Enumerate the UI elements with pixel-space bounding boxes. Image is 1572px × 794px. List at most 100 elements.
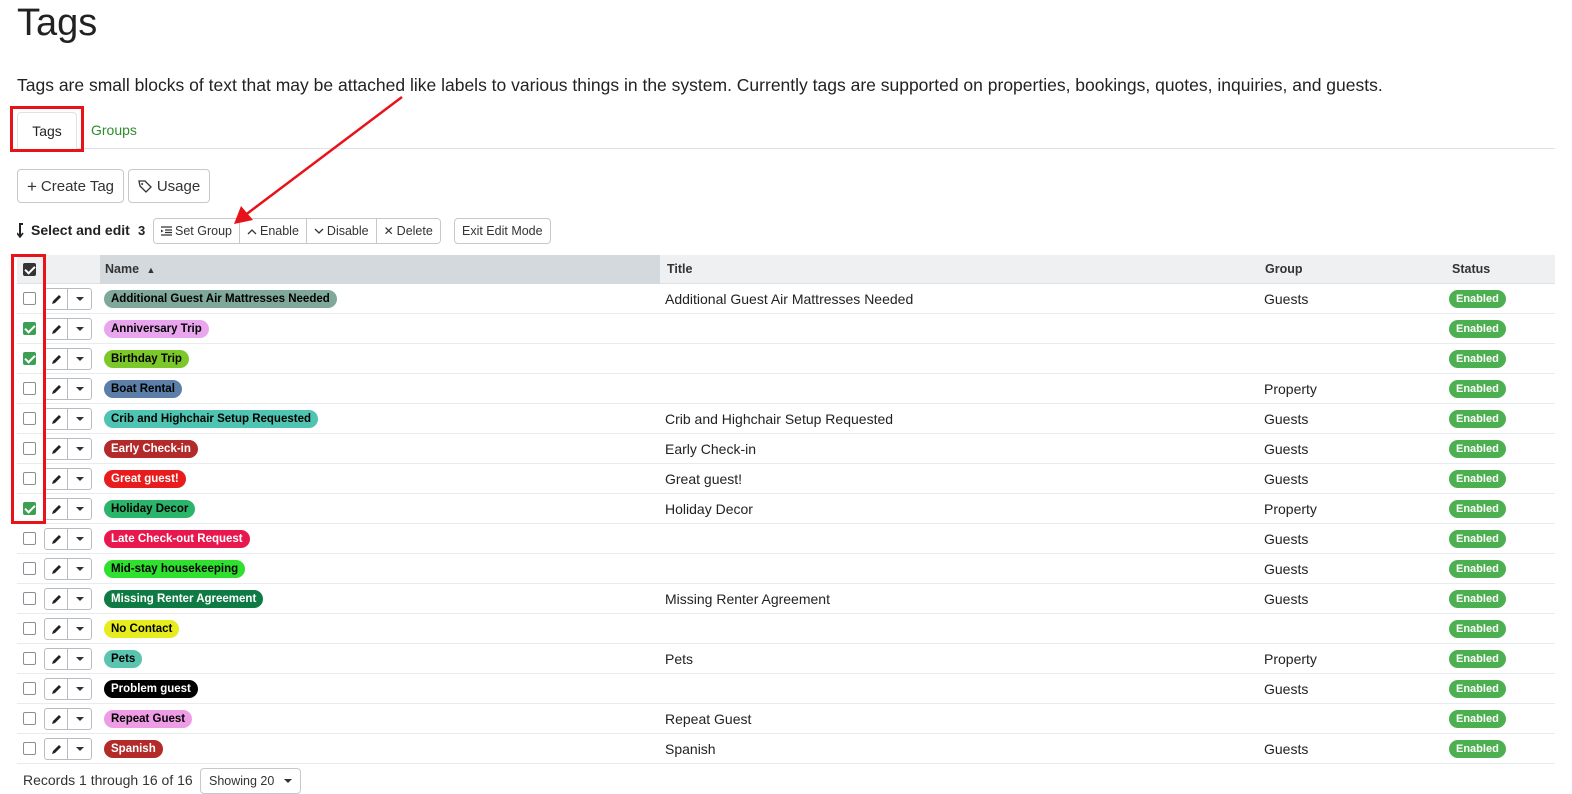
tag-title: Crib and Highchair Setup Requested bbox=[665, 411, 894, 427]
row-menu-button[interactable] bbox=[68, 349, 91, 369]
row-menu-button[interactable] bbox=[68, 529, 91, 549]
edit-button[interactable] bbox=[45, 349, 68, 369]
tag-group: Guests bbox=[1264, 741, 1309, 757]
tag-pill: Spanish bbox=[104, 740, 163, 758]
edit-button[interactable] bbox=[45, 739, 68, 759]
row-menu-button[interactable] bbox=[68, 679, 91, 699]
row-menu-button[interactable] bbox=[68, 589, 91, 609]
row-actions bbox=[44, 378, 92, 400]
row-checkbox[interactable] bbox=[23, 292, 36, 305]
edit-button[interactable] bbox=[45, 319, 68, 339]
enable-button[interactable]: Enable bbox=[239, 219, 307, 243]
row-actions bbox=[44, 678, 92, 700]
exit-edit-mode-button[interactable]: Exit Edit Mode bbox=[454, 218, 551, 244]
page-size-select[interactable]: Showing 20 bbox=[200, 768, 302, 794]
pencil-icon bbox=[51, 384, 62, 395]
edit-button[interactable] bbox=[45, 409, 68, 429]
table-row: Problem guest Guests Enabled bbox=[17, 674, 1555, 704]
row-checkbox[interactable] bbox=[23, 442, 36, 455]
status-badge: Enabled bbox=[1449, 650, 1506, 668]
tag-group: Guests bbox=[1264, 441, 1309, 457]
row-actions bbox=[44, 348, 92, 370]
row-checkbox[interactable] bbox=[23, 472, 36, 485]
row-menu-button[interactable] bbox=[68, 469, 91, 489]
caret-down-icon bbox=[75, 327, 84, 331]
row-menu-button[interactable] bbox=[68, 409, 91, 429]
tag-pill: Great guest! bbox=[104, 470, 186, 488]
disable-button[interactable]: Disable bbox=[306, 219, 377, 243]
column-header-name[interactable]: Name ▲ bbox=[100, 255, 660, 284]
row-checkbox[interactable] bbox=[23, 412, 36, 425]
edit-button[interactable] bbox=[45, 619, 68, 639]
edit-button[interactable] bbox=[45, 499, 68, 519]
tab-tags[interactable]: Tags bbox=[17, 112, 77, 149]
select-all-checkbox[interactable] bbox=[23, 263, 36, 276]
pencil-icon bbox=[51, 474, 62, 485]
edit-button[interactable] bbox=[45, 469, 68, 489]
tag-pill: Anniversary Trip bbox=[104, 320, 209, 338]
row-menu-button[interactable] bbox=[68, 739, 91, 759]
tag-group: Guests bbox=[1264, 531, 1309, 547]
edit-button[interactable] bbox=[45, 649, 68, 669]
usage-button[interactable]: Usage bbox=[128, 169, 210, 203]
row-checkbox[interactable] bbox=[23, 592, 36, 605]
tag-group: Property bbox=[1264, 651, 1317, 667]
edit-button[interactable] bbox=[45, 439, 68, 459]
table-row: Holiday Decor Holiday Decor Property Enable… bbox=[17, 494, 1555, 524]
column-header-group[interactable]: Group bbox=[1265, 255, 1303, 284]
row-menu-button[interactable] bbox=[68, 319, 91, 339]
status-badge: Enabled bbox=[1449, 470, 1506, 488]
edit-button[interactable] bbox=[45, 379, 68, 399]
column-header-title[interactable]: Title bbox=[667, 255, 692, 284]
create-tag-button[interactable]: + Create Tag bbox=[17, 169, 124, 203]
row-checkbox[interactable] bbox=[23, 532, 36, 545]
row-actions bbox=[44, 528, 92, 550]
sort-up-icon: ▲ bbox=[146, 265, 156, 275]
row-checkbox[interactable] bbox=[23, 622, 36, 635]
tag-pill: Crib and Highchair Setup Requested bbox=[104, 410, 318, 428]
row-menu-button[interactable] bbox=[68, 619, 91, 639]
edit-button[interactable] bbox=[45, 709, 68, 729]
delete-button[interactable]: ✕ Delete bbox=[376, 219, 440, 243]
row-menu-button[interactable] bbox=[68, 379, 91, 399]
edit-button[interactable] bbox=[45, 559, 68, 579]
caret-down-icon bbox=[75, 717, 84, 721]
table-row: Anniversary Trip Enabled bbox=[17, 314, 1555, 344]
caret-down-icon bbox=[75, 537, 84, 541]
table-row: Birthday Trip Enabled bbox=[17, 344, 1555, 374]
row-checkbox[interactable] bbox=[23, 712, 36, 725]
pencil-icon bbox=[51, 294, 62, 305]
row-menu-button[interactable] bbox=[68, 709, 91, 729]
row-menu-button[interactable] bbox=[68, 289, 91, 309]
table-row: No Contact Enabled bbox=[17, 614, 1555, 644]
row-checkbox[interactable] bbox=[23, 742, 36, 755]
set-group-button[interactable]: Set Group bbox=[154, 219, 240, 243]
row-menu-button[interactable] bbox=[68, 649, 91, 669]
row-checkbox[interactable] bbox=[23, 352, 36, 365]
edit-button[interactable] bbox=[45, 529, 68, 549]
caret-down-icon bbox=[75, 627, 84, 631]
page-title: Tags bbox=[17, 2, 98, 44]
row-menu-button[interactable] bbox=[68, 439, 91, 459]
tab-groups[interactable]: Groups bbox=[91, 112, 137, 149]
row-menu-button[interactable] bbox=[68, 559, 91, 579]
row-actions bbox=[44, 288, 92, 310]
tag-pill: Late Check-out Request bbox=[104, 530, 250, 548]
edit-button[interactable] bbox=[45, 589, 68, 609]
status-badge: Enabled bbox=[1449, 740, 1506, 758]
row-checkbox[interactable] bbox=[23, 562, 36, 575]
tag-title: Spanish bbox=[665, 741, 716, 757]
column-header-status[interactable]: Status bbox=[1452, 255, 1490, 284]
edit-button[interactable] bbox=[45, 289, 68, 309]
tag-pill: Mid-stay housekeeping bbox=[104, 560, 246, 578]
row-checkbox[interactable] bbox=[23, 382, 36, 395]
row-menu-button[interactable] bbox=[68, 499, 91, 519]
row-checkbox[interactable] bbox=[23, 322, 36, 335]
row-checkbox[interactable] bbox=[23, 652, 36, 665]
status-badge: Enabled bbox=[1449, 680, 1506, 698]
pencil-icon bbox=[51, 594, 62, 605]
caret-down-icon bbox=[75, 597, 84, 601]
row-checkbox[interactable] bbox=[23, 502, 36, 515]
row-checkbox[interactable] bbox=[23, 682, 36, 695]
edit-button[interactable] bbox=[45, 679, 68, 699]
